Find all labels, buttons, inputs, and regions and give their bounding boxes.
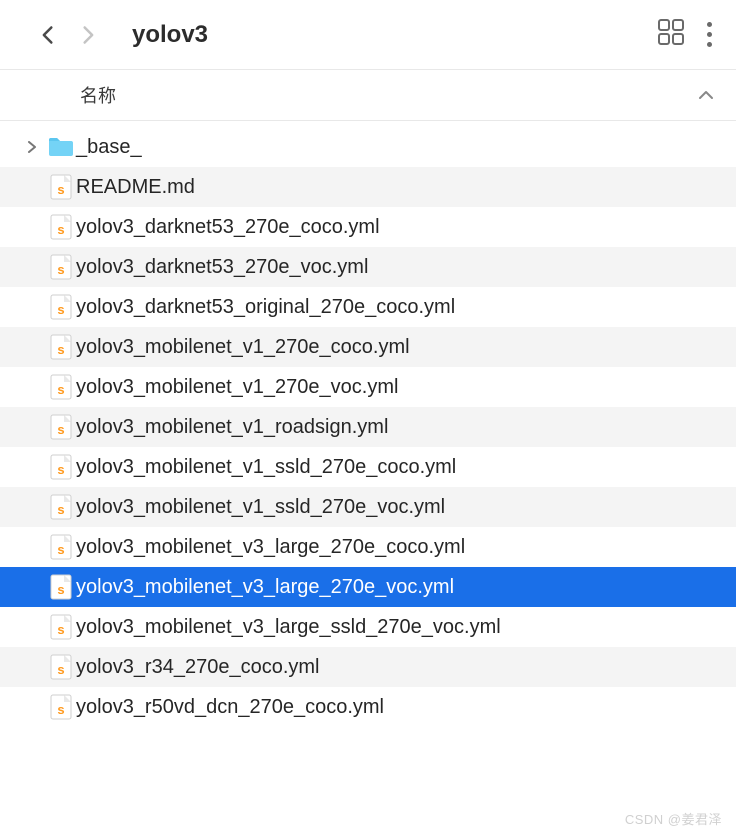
file-row[interactable]: yolov3_mobilenet_v3_large_270e_coco.yml: [0, 527, 736, 567]
toolbar: yolov3: [0, 0, 736, 70]
chevron-left-icon: [38, 22, 58, 48]
file-row[interactable]: yolov3_r50vd_dcn_270e_coco.yml: [0, 687, 736, 727]
file-list: _base_ README.md yolov3_darknet53_270e_coc…: [0, 121, 736, 727]
file-row[interactable]: yolov3_mobilenet_v1_270e_voc.yml: [0, 367, 736, 407]
file-row[interactable]: yolov3_darknet53_270e_coco.yml: [0, 207, 736, 247]
column-header[interactable]: 名称: [0, 70, 736, 121]
watermark: CSDN @姜君泽: [625, 809, 722, 828]
more-options-button[interactable]: [703, 18, 716, 51]
item-name: yolov3_mobilenet_v3_large_270e_coco.yml: [76, 536, 465, 559]
file-icon: [42, 414, 76, 440]
back-button[interactable]: [34, 21, 62, 49]
file-row[interactable]: yolov3_mobilenet_v1_270e_coco.yml: [0, 327, 736, 367]
dot-icon: [707, 22, 712, 27]
folder-icon: [42, 136, 76, 158]
file-icon: [42, 174, 76, 200]
folder-title: yolov3: [132, 21, 645, 49]
file-row[interactable]: yolov3_mobilenet_v3_large_270e_voc.yml: [0, 567, 736, 607]
file-row[interactable]: yolov3_mobilenet_v1_ssld_270e_coco.yml: [0, 447, 736, 487]
file-icon: [42, 294, 76, 320]
file-icon: [42, 374, 76, 400]
item-name: yolov3_r34_270e_coco.yml: [76, 656, 320, 679]
chevron-right-icon: [78, 22, 98, 48]
file-icon: [42, 494, 76, 520]
disclosure-toggle[interactable]: [22, 141, 42, 153]
file-row[interactable]: yolov3_mobilenet_v3_large_ssld_270e_voc.…: [0, 607, 736, 647]
file-row[interactable]: yolov3_darknet53_original_270e_coco.yml: [0, 287, 736, 327]
file-row[interactable]: yolov3_darknet53_270e_voc.yml: [0, 247, 736, 287]
file-icon: [42, 694, 76, 720]
forward-button[interactable]: [74, 21, 102, 49]
file-icon: [42, 574, 76, 600]
item-name: README.md: [76, 176, 195, 199]
file-row[interactable]: yolov3_mobilenet_v1_ssld_270e_voc.yml: [0, 487, 736, 527]
dot-icon: [707, 32, 712, 37]
file-row[interactable]: yolov3_r34_270e_coco.yml: [0, 647, 736, 687]
file-row[interactable]: README.md: [0, 167, 736, 207]
item-name: yolov3_mobilenet_v1_ssld_270e_coco.yml: [76, 456, 456, 479]
item-name: yolov3_mobilenet_v1_270e_voc.yml: [76, 376, 398, 399]
item-name: yolov3_mobilenet_v3_large_ssld_270e_voc.…: [76, 616, 501, 639]
item-name: _base_: [76, 136, 142, 159]
folder-row[interactable]: _base_: [0, 127, 736, 167]
file-icon: [42, 614, 76, 640]
file-icon: [42, 454, 76, 480]
file-icon: [42, 214, 76, 240]
file-row[interactable]: yolov3_mobilenet_v1_roadsign.yml: [0, 407, 736, 447]
item-name: yolov3_mobilenet_v1_ssld_270e_voc.yml: [76, 496, 445, 519]
view-mode-button[interactable]: [657, 18, 685, 51]
item-name: yolov3_darknet53_270e_voc.yml: [76, 256, 368, 279]
file-icon: [42, 654, 76, 680]
item-name: yolov3_darknet53_270e_coco.yml: [76, 216, 380, 239]
file-icon: [42, 254, 76, 280]
chevron-right-icon: [27, 141, 37, 153]
sort-ascending-icon: [698, 89, 714, 101]
column-name-label: 名称: [80, 82, 116, 108]
item-name: yolov3_r50vd_dcn_270e_coco.yml: [76, 696, 384, 719]
item-name: yolov3_mobilenet_v3_large_270e_voc.yml: [76, 576, 454, 599]
grid-icon: [657, 18, 685, 46]
item-name: yolov3_mobilenet_v1_270e_coco.yml: [76, 336, 410, 359]
dot-icon: [707, 42, 712, 47]
file-icon: [42, 534, 76, 560]
file-icon: [42, 334, 76, 360]
item-name: yolov3_darknet53_original_270e_coco.yml: [76, 296, 455, 319]
item-name: yolov3_mobilenet_v1_roadsign.yml: [76, 416, 388, 439]
